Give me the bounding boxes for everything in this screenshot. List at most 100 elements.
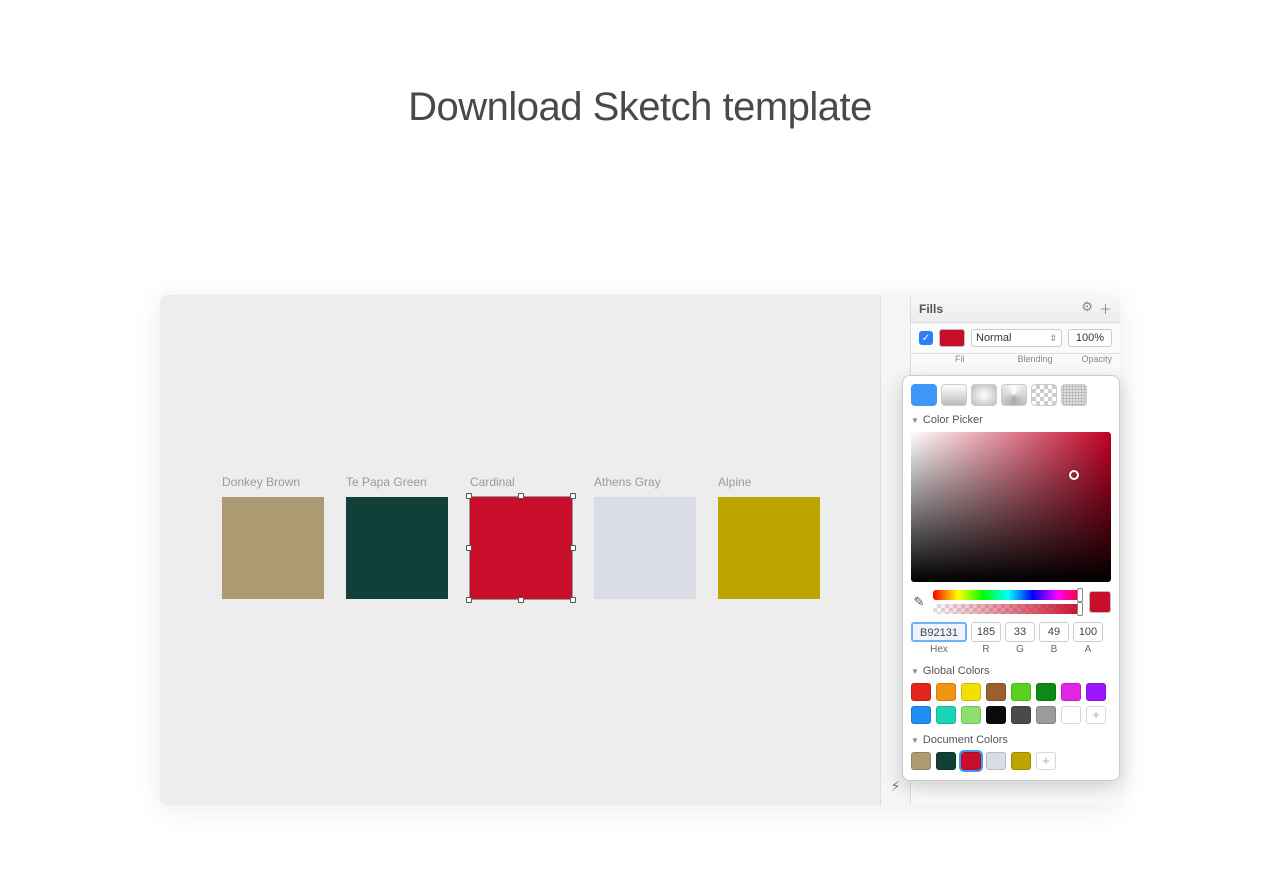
swatch-cardinal[interactable]	[470, 497, 572, 599]
global-color-chip[interactable]	[961, 706, 981, 724]
g-input[interactable]: 33	[1005, 622, 1035, 642]
fill-type-pattern[interactable]	[1031, 384, 1057, 406]
slider-thumb-icon[interactable]	[1077, 588, 1083, 602]
resize-handle-icon[interactable]	[570, 493, 576, 499]
blend-mode-value: Normal	[976, 332, 1011, 344]
add-global-color[interactable]: +	[1086, 706, 1106, 724]
saturation-field[interactable]	[911, 432, 1111, 582]
fills-title: Fills	[919, 302, 943, 316]
resize-handle-icon[interactable]	[466, 545, 472, 551]
document-colors-row: +	[911, 752, 1111, 770]
document-color-chip[interactable]	[936, 752, 956, 770]
global-color-chip[interactable]	[1061, 706, 1081, 724]
swatch-group-cardinal: Cardinal	[470, 475, 572, 599]
inspector-panel: Fills ⚙ ＋ ✓ Normal ⇳ 100% Fil Blending O…	[910, 295, 1120, 805]
global-color-chip[interactable]	[936, 706, 956, 724]
global-color-chip[interactable]	[961, 683, 981, 701]
fill-row: ✓ Normal ⇳ 100%	[911, 323, 1120, 354]
fill-sublabels: Fil Blending Opacity	[911, 354, 1120, 368]
document-color-chip[interactable]	[1011, 752, 1031, 770]
swatch-athens-gray[interactable]	[594, 497, 696, 599]
b-input[interactable]: 49	[1039, 622, 1069, 642]
chevron-down-icon: ▼	[911, 667, 919, 676]
swatch-group-te-papa-green: Te Papa Green	[346, 475, 448, 599]
label-hex: Hex	[930, 644, 948, 655]
global-color-chip[interactable]	[1036, 706, 1056, 724]
fill-type-angular-gradient[interactable]	[1001, 384, 1027, 406]
section-label: Document Colors	[923, 734, 1008, 746]
fill-type-radial-gradient[interactable]	[971, 384, 997, 406]
hex-input[interactable]: B92131	[911, 622, 967, 642]
section-label: Color Picker	[923, 414, 983, 426]
swatch-label: Donkey Brown	[222, 475, 324, 489]
color-picker-popover: ▼ Color Picker ✎ B92131 Hex	[902, 375, 1120, 781]
fills-header: Fills ⚙ ＋	[911, 295, 1120, 323]
label-blending: Blending	[1017, 354, 1052, 364]
hue-slider[interactable]	[933, 590, 1083, 600]
r-input[interactable]: 185	[971, 622, 1001, 642]
eyedropper-icon[interactable]: ✎	[911, 594, 927, 610]
global-color-chip[interactable]	[911, 683, 931, 701]
global-color-chip[interactable]	[1061, 683, 1081, 701]
global-color-chip[interactable]	[936, 683, 956, 701]
global-color-chip[interactable]	[986, 683, 1006, 701]
swatch-label: Cardinal	[470, 475, 572, 489]
swatch-label: Athens Gray	[594, 475, 696, 489]
gear-icon[interactable]: ⚙	[1081, 299, 1093, 318]
fill-checkbox[interactable]: ✓	[919, 331, 933, 345]
swatch-alpine[interactable]	[718, 497, 820, 599]
swatch-label: Te Papa Green	[346, 475, 448, 489]
swatch-te-papa-green[interactable]	[346, 497, 448, 599]
global-color-chip[interactable]	[986, 706, 1006, 724]
document-color-chip[interactable]	[986, 752, 1006, 770]
label-opacity: Opacity	[1081, 354, 1112, 364]
value-row: B92131 Hex 185 R 33 G 49 B 100 A	[911, 622, 1111, 655]
blend-mode-select[interactable]: Normal ⇳	[971, 329, 1062, 347]
page-title: Download Sketch template	[0, 85, 1280, 130]
opacity-input[interactable]: 100%	[1068, 329, 1112, 347]
label-g: G	[1016, 644, 1024, 655]
fill-type-row	[911, 384, 1111, 406]
plus-icon[interactable]: ＋	[1099, 299, 1112, 318]
document-color-chip[interactable]	[911, 752, 931, 770]
global-color-chip[interactable]	[1011, 706, 1031, 724]
a-input[interactable]: 100	[1073, 622, 1103, 642]
section-label: Global Colors	[923, 665, 990, 677]
chevron-down-icon: ▼	[911, 736, 919, 745]
label-a: A	[1085, 644, 1092, 655]
global-color-chip[interactable]	[1086, 683, 1106, 701]
fill-type-linear-gradient[interactable]	[941, 384, 967, 406]
resize-handle-icon[interactable]	[518, 493, 524, 499]
resize-handle-icon[interactable]	[466, 597, 472, 603]
preview-swatch	[1089, 591, 1111, 613]
canvas[interactable]: Donkey Brown Te Papa Green Cardinal	[160, 295, 880, 805]
document-color-chip[interactable]	[961, 752, 981, 770]
swatch-row: Donkey Brown Te Papa Green Cardinal	[222, 475, 820, 599]
global-color-chip[interactable]	[1011, 683, 1031, 701]
swatch-donkey-brown[interactable]	[222, 497, 324, 599]
resize-handle-icon[interactable]	[570, 545, 576, 551]
fill-type-noise[interactable]	[1061, 384, 1087, 406]
section-global-colors[interactable]: ▼ Global Colors	[911, 665, 1111, 677]
slider-thumb-icon[interactable]	[1077, 602, 1083, 616]
saturation-marker-icon[interactable]	[1069, 470, 1079, 480]
swatch-label: Alpine	[718, 475, 820, 489]
fill-type-solid[interactable]	[911, 384, 937, 406]
label-fill: Fil	[955, 354, 965, 364]
section-document-colors[interactable]: ▼ Document Colors	[911, 734, 1111, 746]
app-window: Donkey Brown Te Papa Green Cardinal	[160, 295, 1120, 805]
add-document-color[interactable]: +	[1036, 752, 1056, 770]
section-color-picker[interactable]: ▼ Color Picker	[911, 414, 1111, 426]
swatch-group-alpine: Alpine	[718, 475, 820, 599]
alpha-slider[interactable]	[933, 604, 1083, 614]
resize-handle-icon[interactable]	[466, 493, 472, 499]
slider-row: ✎	[911, 590, 1111, 614]
global-color-chip[interactable]	[911, 706, 931, 724]
global-color-chip[interactable]	[1036, 683, 1056, 701]
bolt-icon[interactable]: ⚡︎	[891, 778, 901, 795]
chevron-updown-icon: ⇳	[1049, 333, 1057, 344]
swatch-group-donkey-brown: Donkey Brown	[222, 475, 324, 599]
resize-handle-icon[interactable]	[570, 597, 576, 603]
fill-color-swatch[interactable]	[939, 329, 965, 347]
resize-handle-icon[interactable]	[518, 597, 524, 603]
